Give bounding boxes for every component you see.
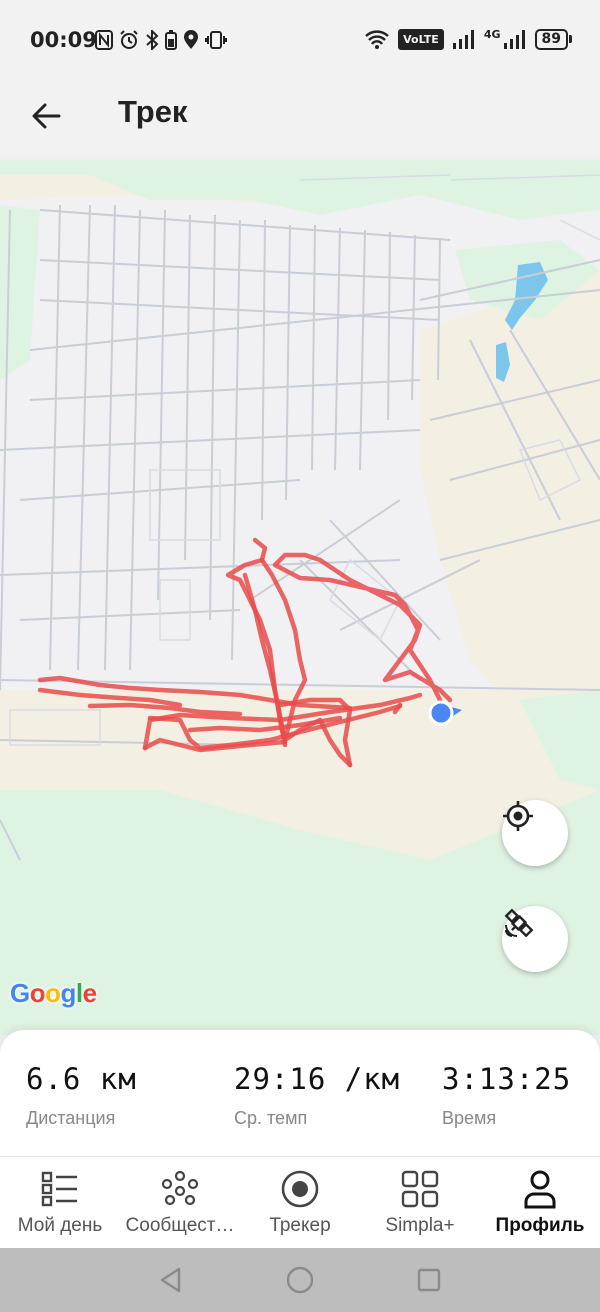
wifi-icon (365, 30, 389, 49)
nav-item-profile[interactable]: Профиль (480, 1157, 600, 1249)
stat-distance: 6.6 км Дистанция (26, 1062, 137, 1129)
stat-pace-value: 29:16 /км (234, 1062, 401, 1096)
system-nav-bar (0, 1248, 600, 1312)
back-button[interactable] (22, 92, 70, 140)
vibrate-icon (205, 31, 227, 49)
track-map[interactable]: Google (0, 155, 600, 1035)
location-pin-icon (184, 30, 198, 49)
community-icon (160, 1169, 200, 1209)
nav-label-profile: Профиль (495, 1215, 585, 1236)
stat-time-label: Время (442, 1108, 497, 1128)
nav-item-simpla-plus[interactable]: Simpla+ (360, 1157, 480, 1249)
stat-distance-value: 6.6 км (26, 1062, 137, 1096)
status-notification-icons (95, 30, 227, 50)
nav-label-tracker: Трекер (269, 1215, 331, 1236)
stat-distance-label: Дистанция (26, 1108, 116, 1128)
bluetooth-icon (146, 30, 159, 50)
stat-pace-label: Ср. темп (234, 1108, 308, 1128)
map-attribution: Google (10, 978, 97, 1008)
nav-item-my-day[interactable]: Мой день (0, 1157, 120, 1249)
status-system-icons: VoLTE 4G 89 (364, 28, 572, 50)
profile-icon (520, 1169, 560, 1209)
map-canvas[interactable] (0, 155, 600, 1035)
crosshair-icon (503, 801, 533, 831)
grid-icon (400, 1169, 440, 1209)
battery-saver-icon (165, 30, 177, 50)
page-title: Трек (118, 94, 188, 129)
nav-label-my-day: Мой день (17, 1215, 103, 1236)
network-type: 4G (483, 27, 501, 41)
record-icon (280, 1169, 320, 1209)
bottom-nav: Мой день Сообщест… Трекер Simpla+ Профил… (0, 1156, 600, 1248)
arrow-left-icon (32, 103, 61, 129)
nav-label-simpla-plus: Simpla+ (385, 1215, 455, 1236)
battery-level: 89 (534, 28, 568, 50)
volte-badge: VoLTE (398, 28, 444, 50)
signal-icon-2 (503, 30, 525, 49)
system-back-icon[interactable] (157, 1266, 185, 1294)
app-bar: Трек (0, 80, 600, 155)
satellite-icon (504, 908, 534, 938)
nav-label-community: Сообщест… (125, 1215, 235, 1236)
battery-icon: 89 (534, 28, 572, 50)
nav-item-tracker[interactable]: Трекер (240, 1157, 360, 1249)
my-location-button[interactable] (502, 800, 568, 866)
status-time: 00:09 (30, 28, 97, 52)
nfc-icon (95, 30, 113, 50)
google-logo: Google (10, 978, 97, 1009)
system-home-icon[interactable] (285, 1265, 315, 1295)
list-icon (40, 1169, 80, 1209)
stat-time: 3:13:25 Время (442, 1062, 571, 1129)
signal-icon (452, 30, 474, 49)
satellite-button[interactable] (502, 906, 568, 972)
alarm-icon (120, 30, 138, 49)
stats-panel: 6.6 км Дистанция 29:16 /км Ср. темп 3:13… (0, 1030, 600, 1156)
current-location-dot (428, 700, 454, 726)
system-recents-icon[interactable] (415, 1266, 443, 1294)
stat-pace: 29:16 /км Ср. темп (234, 1062, 400, 1129)
stat-time-value: 3:13:25 (442, 1062, 572, 1096)
status-bar: 00:09 VoLTE 4G 89 (0, 0, 600, 80)
nav-item-community[interactable]: Сообщест… (120, 1157, 240, 1249)
